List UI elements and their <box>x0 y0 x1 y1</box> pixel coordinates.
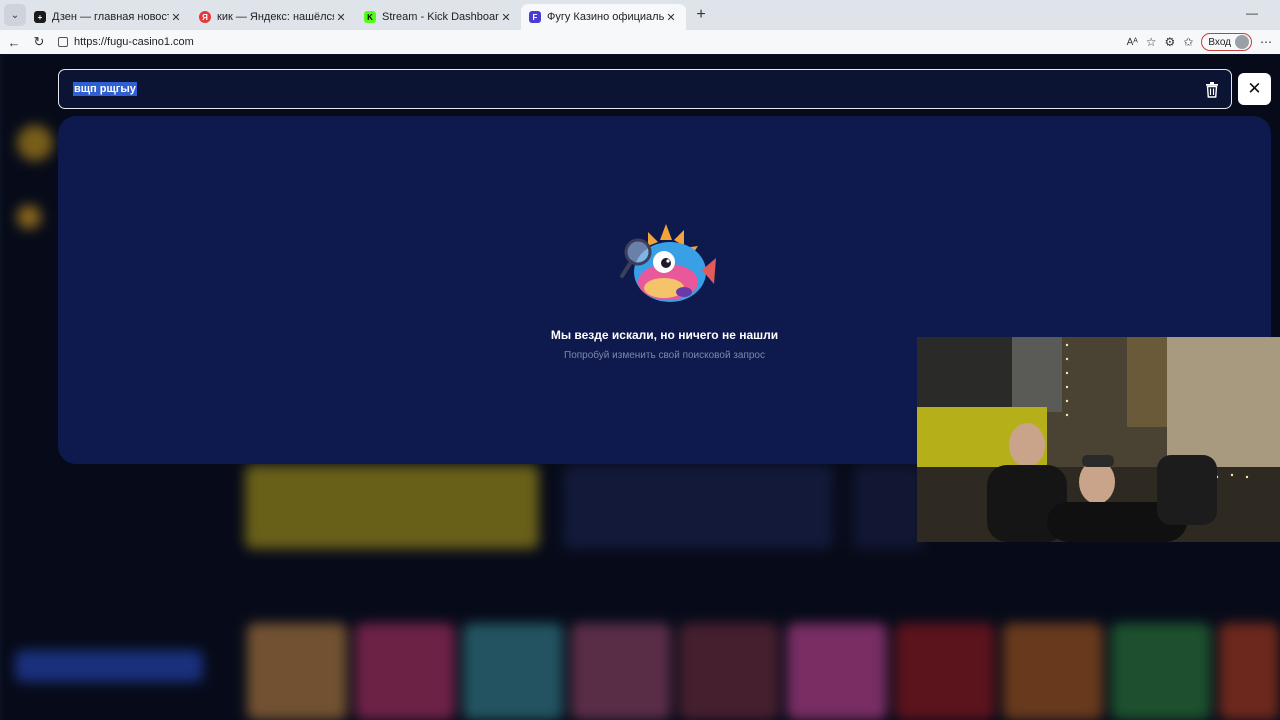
close-tab-icon[interactable]: ✕ <box>499 11 513 24</box>
trash-icon[interactable] <box>1205 82 1219 98</box>
url-field[interactable]: https://fugu-casino1.com <box>58 36 194 48</box>
address-bar: ← ↻ https://fugu-casino1.com Aᴬ ☆ ⚙ ✩ Вх… <box>0 30 1280 54</box>
minimize-icon[interactable]: — <box>1246 6 1258 20</box>
back-icon[interactable]: ← <box>3 35 25 50</box>
extensions-icon[interactable]: ⚙ <box>1165 35 1176 49</box>
tab-yandex[interactable]: Я кик — Яндекс: нашёлся 1 млн ре ✕ <box>191 4 356 30</box>
kick-favicon-icon: K <box>364 11 376 23</box>
close-tab-icon[interactable]: ✕ <box>169 11 183 24</box>
url-text: https://fugu-casino1.com <box>74 36 194 48</box>
close-icon: ✕ <box>1247 79 1262 98</box>
tab-dzen[interactable]: + Дзен — главная новостная инфо ✕ <box>26 4 191 30</box>
login-label: Вход <box>1208 36 1231 48</box>
webcam-video-image <box>917 337 1280 542</box>
tab-title: кик — Яндекс: нашёлся 1 млн ре <box>217 11 334 23</box>
tab-title: Дзен — главная новостная инфо <box>52 11 169 23</box>
read-aloud-icon[interactable]: Aᴬ <box>1127 37 1138 48</box>
browser-toolbar: Aᴬ ☆ ⚙ ✩ Вход ⋯ <box>1127 33 1272 51</box>
favorite-star-icon[interactable]: ☆ <box>1146 35 1157 49</box>
fugu-fish-mascot-icon <box>620 224 716 302</box>
webcam-overlay <box>917 337 1280 542</box>
search-input[interactable]: вщп рщгыу <box>58 69 1232 109</box>
site-info-icon[interactable] <box>58 37 68 47</box>
profile-login-button[interactable]: Вход <box>1201 33 1252 51</box>
tab-kick[interactable]: K Stream - Kick Dashboard ✕ <box>356 4 521 30</box>
avatar <box>1235 35 1249 49</box>
favorites-icon[interactable]: ✩ <box>1183 35 1193 49</box>
yandex-favicon-icon: Я <box>199 11 211 23</box>
tab-list-button[interactable]: ⌄ <box>4 4 26 26</box>
reload-icon[interactable]: ↻ <box>28 34 50 50</box>
search-query-text: вщп рщгыу <box>73 82 137 96</box>
tab-title: Фугу Казино официальный сайт <box>547 11 664 23</box>
tab-fugu[interactable]: F Фугу Казино официальный сайт ✕ <box>521 4 686 30</box>
browser-tab-strip: ⌄ + Дзен — главная новостная инфо ✕ Я ки… <box>0 0 1280 30</box>
more-menu-icon[interactable]: ⋯ <box>1260 35 1272 49</box>
tab-title: Stream - Kick Dashboard <box>382 11 499 23</box>
close-tab-icon[interactable]: ✕ <box>664 11 678 24</box>
close-search-button[interactable]: ✕ <box>1238 73 1271 105</box>
close-tab-icon[interactable]: ✕ <box>334 11 348 24</box>
fugu-favicon-icon: F <box>529 11 541 23</box>
dzen-favicon-icon: + <box>34 11 46 23</box>
new-tab-icon[interactable]: + <box>690 6 712 24</box>
